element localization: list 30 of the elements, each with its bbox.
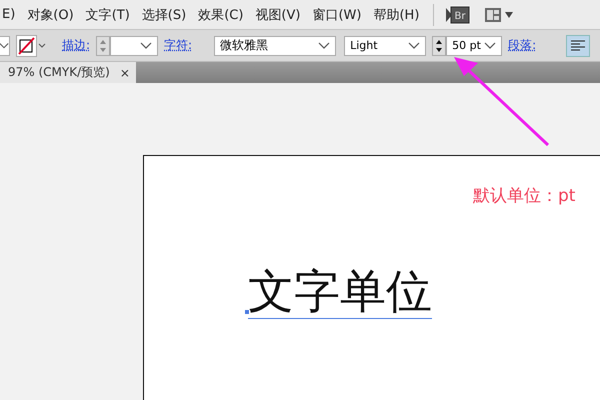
stroke-link[interactable]: 描边: xyxy=(62,37,90,54)
menu-item[interactable]: 文字(T) xyxy=(80,6,136,24)
caret-icon xyxy=(484,42,496,50)
close-icon[interactable]: × xyxy=(120,66,130,80)
font-style-dropdown[interactable]: Light xyxy=(344,36,426,56)
caret-icon xyxy=(0,42,9,50)
caret-icon xyxy=(318,42,330,50)
caret-icon xyxy=(140,42,152,50)
menu-item[interactable]: 视图(V) xyxy=(249,6,306,24)
font-family-dropdown[interactable]: 微软雅黑 xyxy=(214,36,336,56)
menu-item[interactable]: 效果(C) xyxy=(192,6,250,24)
character-link[interactable]: 字符: xyxy=(164,37,192,54)
text-object[interactable]: 文字单位 xyxy=(248,268,432,319)
menu-item[interactable]: E) xyxy=(0,7,22,22)
document-tab[interactable]: 97% (CMYK/预览) × xyxy=(0,62,136,83)
dropdown[interactable] xyxy=(0,36,10,56)
menu-item[interactable]: 帮助(H) xyxy=(367,6,426,24)
layout-icon[interactable] xyxy=(484,6,514,22)
menu-item[interactable]: 选择(S) xyxy=(136,6,192,24)
font-size-dropdown[interactable]: 50 pt xyxy=(446,36,502,56)
align-left-button[interactable] xyxy=(566,34,590,56)
menu-item[interactable]: 窗口(W) xyxy=(306,6,368,24)
menu-item[interactable]: 对象(O) xyxy=(21,6,80,24)
stroke-swatch[interactable] xyxy=(16,34,48,56)
align-left-icon xyxy=(571,40,585,52)
caret-icon xyxy=(408,42,420,50)
spinner-icon[interactable] xyxy=(432,36,446,56)
annotation-text: 默认单位：pt xyxy=(473,185,576,207)
anchor-point xyxy=(245,310,249,314)
paragraph-link[interactable]: 段落: xyxy=(508,37,536,54)
